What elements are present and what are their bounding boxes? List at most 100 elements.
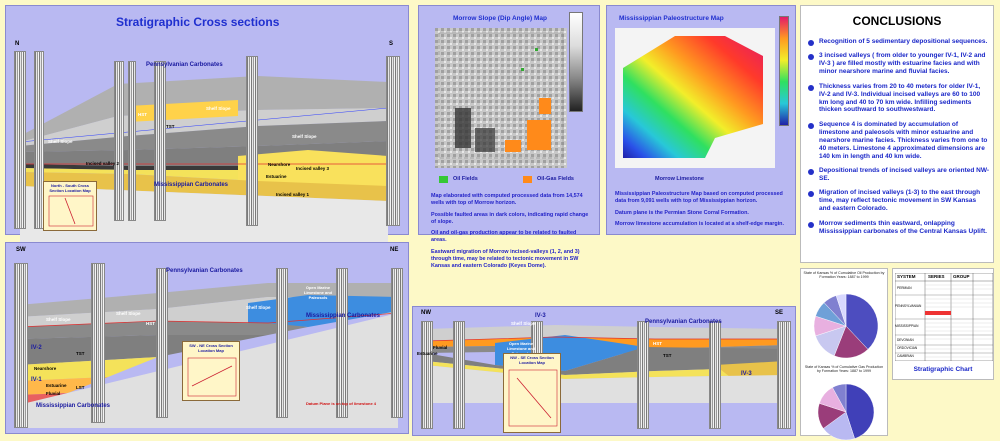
well-log [386,56,400,226]
morrow-slope-panel: Morrow Slope (Dip Angle) Map Oil Fields … [418,5,600,269]
hst-label: HST [138,112,147,117]
strat-header-group: GROUP [953,274,970,279]
oil-fields-swatch [439,176,448,183]
iv3-label: IV-3 [741,371,752,377]
strat-system: ORDOVICIAN [897,346,918,350]
hst-label: HST [653,341,662,346]
oil-production-pie [813,293,879,359]
datum-plane-note: Datum Plane is on top of limestone 4 [306,401,377,406]
location-map-nwse: NW - SE Cross Section Location Map [503,353,561,433]
iv1-label: IV-1 [31,377,42,383]
incised-valley-label: Incised valley 3 [296,166,330,171]
fluvial-label: Fluvial [433,345,448,350]
shelf-slope-label: Shelf Slope [292,134,317,139]
location-map-lines [187,357,237,397]
iv2-label: IV-2 [31,345,42,351]
page-title: Stratigraphic Cross sections [116,15,280,29]
oil-gas-fields-label: Oil-Gas Fields [537,176,574,182]
conclusion-item: Thickness varies from 20 to 40 meters fo… [807,83,989,115]
conclusion-text: Thickness varies from 20 to 40 meters fo… [819,82,981,114]
well-log [276,268,288,418]
estuarine-label: Estuarine [417,351,438,356]
well-log [453,321,465,429]
cross-section-nwse-diagram [424,325,785,403]
strat-system: DEVONIAN [897,338,914,342]
shelf-slope-label: Shelf Slope [48,139,73,144]
location-map-lines [48,195,94,227]
cross-section-swne-panel: SW NE Pennsylvanian Carbonates Shelf Slo… [5,242,409,434]
paragraph: Eastward migration of Morrow incised-val… [431,248,580,270]
bullet-icon [808,122,814,129]
well-log [421,321,433,429]
strat-system: PENNSYLVANIAN [895,304,922,308]
bullet-icon [808,40,814,46]
location-map-title: NW - SE Cross Section Location Map [510,355,554,365]
strat-header-series: SERIES [928,274,945,279]
conclusion-text: Morrow sediments thin eastward, onlappin… [819,219,987,235]
cross-section-ns-panel: Stratigraphic Cross sections N S Pennsyl… [5,5,409,251]
tst-label: TST [663,353,672,358]
bullet-icon [808,84,814,91]
mississippian-carbonates-label: Mississippian Carbonates [306,313,381,319]
bullet-icon [808,221,814,228]
gas-pie-title: State of Kansas % of Cumulative Gas Prod… [804,365,884,374]
oil-fields-label: Oil Fields [453,176,478,182]
strat-system: PERMIAN [897,286,912,290]
conclusions-panel: CONCLUSIONS Recognition of 5 sedimentary… [800,5,994,263]
bullet-icon [808,191,814,198]
conclusion-item: Recognition of 5 sedimentary depositiona… [807,38,989,46]
conclusion-text: 3 incised valleys ( from older to younge… [819,52,986,76]
conclusion-text: Recognition of 5 sedimentary depositiona… [819,38,988,45]
paleostructure-color-scale [779,16,789,126]
well-log [14,51,26,229]
conclusion-text: Sequence 4 is dominated by accumulation … [819,120,988,160]
fluvial-label: Fluvial [46,391,61,396]
paleostructure-panel: Mississippian Paleostructure Map Morrow … [606,5,796,235]
tst-label: TST [166,124,175,129]
paragraph: Oil and oil-gas production appear to be … [431,230,577,244]
lst-label: LST [76,385,85,390]
open-marine-label: Open Marine Limestone and Paleosols [303,285,333,300]
strat-system: CAMBRIAN [897,354,914,358]
morrow-slope-title: Morrow Slope (Dip Angle) Map [453,15,548,22]
conclusions-title: CONCLUSIONS [852,14,942,28]
paleostructure-map [615,28,775,168]
conclusions-list: Recognition of 5 sedimentary depositiona… [807,38,989,242]
conclusion-item: Morrow sediments thin eastward, onlappin… [807,220,989,236]
stratigraphic-chart-caption: Stratigraphic Chart [913,366,973,373]
slope-color-scale [569,12,583,112]
paragraph: Mississippian Paleostructure Map based o… [615,191,783,205]
well-log [246,56,258,226]
pennsylvanian-carbonates-label: Pennsylvanian Carbonates [166,268,243,274]
pennsylvanian-carbonates-label: Pennsylvanian Carbonates [645,319,722,325]
location-map-ns: North - South Cross Section Location Map [43,181,97,231]
morrow-limestone-label: Morrow Limestone [655,176,704,182]
well-log [391,268,403,418]
mississippian-carbonates-label: Mississippian Carbonates [154,182,229,188]
iv3-label: IV-3 [535,313,546,319]
well-log [777,321,791,429]
well-log [114,61,124,221]
bullet-icon [808,168,814,175]
nearshore-label: Nearshore [34,366,57,371]
shelf-slope-label: Shelf Slope [46,317,71,322]
conclusion-item: Depositional trends of incised valleys a… [807,167,989,183]
paragraph: Datum plane is the Permian Stone Corral … [615,209,749,216]
paleostructure-description: Mississippian Paleostructure Map based o… [615,191,791,228]
morrow-slope-description: Map elaborated with computed processed d… [431,193,593,271]
pennsylvanian-carbonates-label: Pennsylvanian Carbonates [146,62,223,68]
bullet-icon [808,54,814,61]
stratigraphic-chart-panel: SYSTEM SERIES GROUP PERMIAN PENNSYLVANIA… [892,268,994,380]
paragraph: Morrow limestone accumulation is located… [615,220,784,227]
paleostructure-title: Mississippian Paleostructure Map [619,15,724,22]
gas-production-pie [817,383,875,441]
conclusion-item: Sequence 4 is dominated by accumulation … [807,121,989,161]
incised-valley-label: Incised valley 1 [276,192,310,197]
well-log [91,263,105,423]
strat-system: MISSISSIPPIAN [895,324,919,328]
conclusion-text: Depositional trends of incised valleys a… [819,166,989,182]
morrow-slope-map [435,28,567,168]
paragraph: Map elaborated with computed processed d… [431,193,583,207]
nearshore-label: Nearshore [268,162,291,167]
oil-gas-fields-swatch [523,176,532,183]
